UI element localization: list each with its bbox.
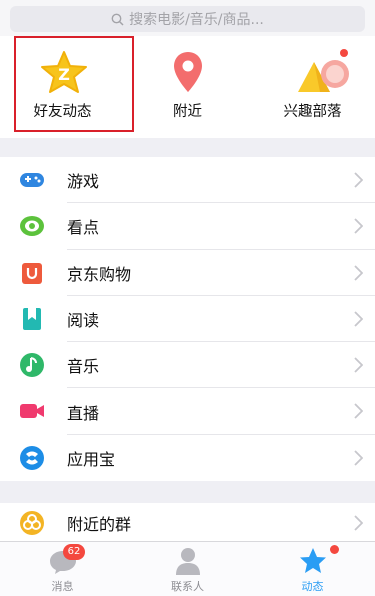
tab-messages[interactable]: 62 消息 (0, 542, 125, 596)
list-item-live[interactable]: 直播 (0, 388, 375, 435)
jd-bag-icon (22, 262, 42, 284)
quick-label: 附近 (173, 104, 202, 120)
list-item-reading[interactable]: 阅读 (0, 296, 375, 343)
search-icon (111, 13, 124, 26)
new-dot (330, 545, 339, 554)
person-icon (176, 548, 200, 575)
search-bar: 搜索电影/音乐/商品... (0, 0, 375, 36)
highlight-box (14, 36, 134, 132)
list-item-label: 附近的群 (67, 515, 132, 534)
list-item-game[interactable]: 游戏 (0, 157, 375, 204)
section-gap (0, 138, 375, 157)
chevron-right-icon (354, 357, 363, 373)
list-item-label: 京东购物 (67, 264, 132, 284)
list-item-label: 看点 (67, 218, 100, 238)
chevron-right-icon (354, 403, 363, 420)
quick-actions: Z 好友动态 附近 兴趣部落 (0, 36, 375, 138)
chevron-right-icon (354, 450, 363, 466)
list-item-label: 音乐 (67, 357, 100, 377)
eye-icon (20, 216, 44, 237)
location-pin-icon (174, 52, 202, 92)
gamepad-icon (20, 173, 44, 187)
interest-tribe-icon (298, 49, 349, 92)
chevron-right-icon (354, 311, 363, 327)
unread-badge: 62 (63, 544, 85, 560)
quick-interest-tribe[interactable]: 兴趣部落 (250, 36, 375, 138)
star-icon (300, 548, 326, 573)
list-item-label: 直播 (67, 403, 100, 423)
nearby-group-icon (20, 511, 44, 535)
group-list: 附近的群 (0, 503, 375, 543)
list-item-label: 游戏 (67, 172, 100, 192)
bookmark-icon (23, 307, 41, 330)
list-item-label: 应用宝 (67, 449, 116, 469)
chevron-right-icon (354, 264, 363, 281)
chevron-right-icon (354, 515, 363, 531)
tab-contacts[interactable]: 联系人 (125, 542, 250, 596)
list-item-label: 阅读 (67, 311, 100, 331)
tab-label: 联系人 (171, 580, 204, 593)
list-item-music[interactable]: 音乐 (0, 342, 375, 389)
tab-feed[interactable]: 动态 (250, 542, 375, 596)
list-item-kandian[interactable]: 看点 (0, 203, 375, 250)
list-item-nearby-group[interactable]: 附近的群 (0, 503, 375, 543)
search-input[interactable]: 搜索电影/音乐/商品... (10, 6, 365, 32)
music-note-icon (20, 353, 44, 378)
chevron-right-icon (354, 172, 363, 188)
quick-label: 兴趣部落 (283, 104, 342, 120)
quick-nearby[interactable]: 附近 (125, 36, 250, 138)
app-store-icon (20, 445, 44, 470)
tab-bar: 62 消息 联系人 动态 (0, 541, 375, 596)
video-camera-icon (20, 404, 44, 419)
service-list: 游戏 看点 京东购物 阅读 音乐 直播 应用宝 (0, 157, 375, 482)
tab-label: 消息 (51, 580, 74, 593)
section-gap (0, 481, 375, 503)
tab-label: 动态 (301, 580, 324, 593)
list-item-app-store[interactable]: 应用宝 (0, 435, 375, 481)
list-item-jd-shopping[interactable]: 京东购物 (0, 250, 375, 296)
chevron-right-icon (354, 218, 363, 234)
search-placeholder: 搜索电影/音乐/商品... (129, 12, 264, 28)
